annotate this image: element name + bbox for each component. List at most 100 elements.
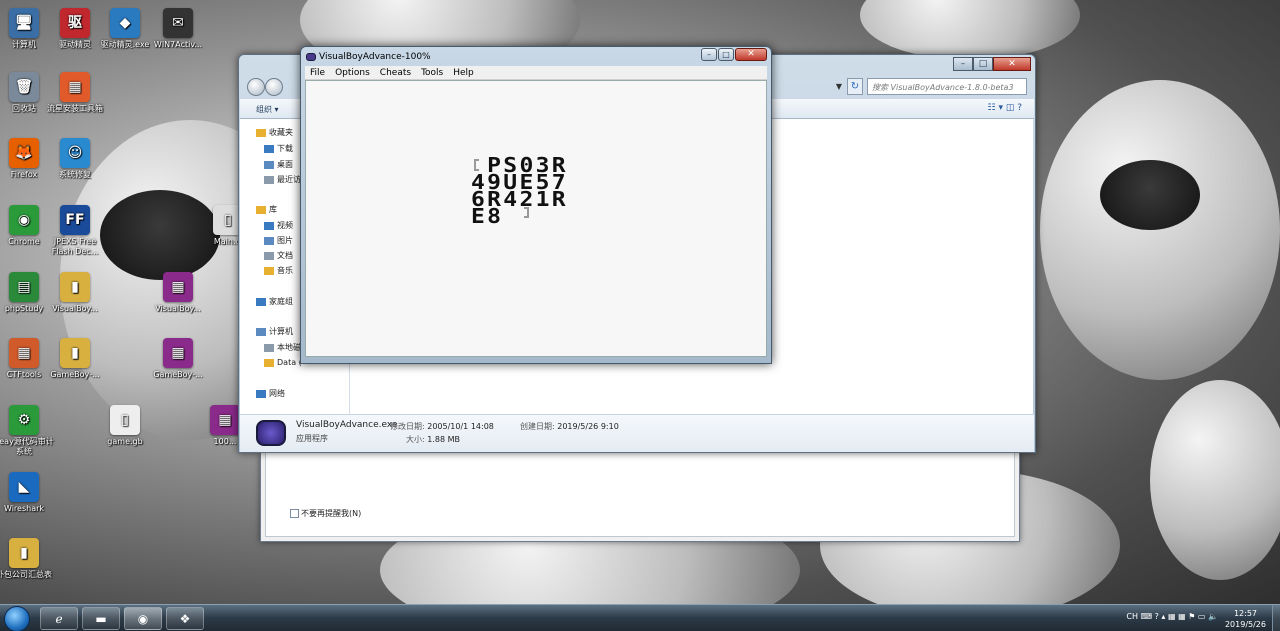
desktop-icon[interactable]: ▯ game.gb <box>95 405 155 447</box>
nav-item-label: 最近访 <box>277 175 301 184</box>
app-icon: ▦ <box>163 272 193 302</box>
video-icon <box>264 221 274 230</box>
disk-icon <box>264 343 274 352</box>
minimize-button[interactable]: – <box>701 48 717 61</box>
nav-item-label: Data ( <box>277 358 302 367</box>
nav-item-label: 桌面 <box>277 160 293 169</box>
nav-item[interactable]: 网络 <box>256 388 285 399</box>
disk-icon <box>264 358 274 367</box>
back-button[interactable] <box>247 78 265 96</box>
desktop-icon[interactable]: ⚙ Seay源代码审计系统 <box>0 405 54 457</box>
menu-item-cheats[interactable]: Cheats <box>375 66 416 80</box>
desktop-icon[interactable]: ▦ VisualBoy... <box>148 272 208 314</box>
visualboyadvance-window: VisualBoyAdvance-100% – □ ✕ File Options C… <box>300 46 772 364</box>
library-icon <box>256 205 266 214</box>
organize-button[interactable]: 组织 ▾ <box>256 104 279 115</box>
desktop-icon[interactable]: ▮ 外包公司汇总表 <box>0 538 54 580</box>
refresh-icon[interactable]: ↻ <box>847 78 863 95</box>
desktop-icon-label: game.gb <box>107 437 143 446</box>
desktop-icon[interactable]: ▦ 流星安装工具箱 <box>45 72 105 114</box>
nav-item[interactable]: 最近访 <box>264 174 301 185</box>
desktop-icon-label: GameBoy-... <box>153 370 203 379</box>
chevron-down-icon[interactable]: ▼ <box>833 78 845 95</box>
clock-time: 12:57 <box>1233 609 1258 618</box>
chevron-up-icon[interactable]: ▴ <box>1161 612 1165 621</box>
nav-item[interactable]: Data ( <box>264 358 302 367</box>
nav-item[interactable]: 文档 <box>264 250 293 261</box>
desktop-icon[interactable]: ▦ GameBoy-... <box>148 338 208 380</box>
clock[interactable]: 12:57 2019/5/26 <box>1225 608 1266 630</box>
folder-icon <box>264 144 274 153</box>
dont-remind-label: 不要再提醒我(N) <box>301 509 362 518</box>
checkbox-box[interactable] <box>290 509 299 518</box>
vba-taskbar-icon[interactable]: ◉ <box>124 607 162 630</box>
app-icon: 🦊 <box>9 138 39 168</box>
computer-icon <box>256 327 266 336</box>
desktop-icon[interactable]: FF JPEXS Free Flash Dec... <box>45 205 105 257</box>
nav-item[interactable]: 库 <box>256 204 277 215</box>
desktop-icon <box>264 160 274 169</box>
search-input[interactable]: 搜索 VisualBoyAdvance-1.8.0-beta3 <box>867 78 1027 95</box>
keyboard-icon[interactable]: ⌨ <box>1141 612 1153 621</box>
music-icon <box>264 266 274 275</box>
game-screen[interactable]: PS03R 49UE57 6R421R E8 <box>305 80 767 357</box>
close-button[interactable]: ✕ <box>735 48 767 61</box>
installer-taskbar-icon[interactable]: ❖ <box>166 607 204 630</box>
desktop-icon-label: 驱动精灵.exe <box>100 40 150 49</box>
app-icon: ▮ <box>9 538 39 568</box>
desktop-icon-label: 系统修复 <box>59 170 91 179</box>
file-name: VisualBoyAdvance.exe <box>296 420 398 430</box>
modified-date: 修改日期: 2005/10/1 14:08 <box>390 422 494 431</box>
minimize-button[interactable]: – <box>953 57 973 71</box>
app-tray-icon[interactable]: ▦ <box>1178 612 1186 621</box>
desktop-icon[interactable]: ◣ Wireshark <box>0 472 54 514</box>
nav-item[interactable]: 计算机 <box>256 326 293 337</box>
maximize-button[interactable]: □ <box>973 57 993 71</box>
app-icon: ▯ <box>110 405 140 435</box>
show-desktop-button[interactable] <box>1272 605 1280 631</box>
view-options-icon[interactable]: ☷ ▾ ◫ ? <box>988 103 1022 113</box>
nav-item-label: 收藏夹 <box>269 128 293 137</box>
network-icon[interactable]: ▭ <box>1198 612 1206 621</box>
close-button[interactable]: ✕ <box>993 57 1031 71</box>
desktop-icon[interactable]: ▮ VisualBoy... <box>45 272 105 314</box>
menu-item-options[interactable]: Options <box>330 66 375 80</box>
nav-item[interactable]: 下载 <box>264 143 293 154</box>
start-button[interactable] <box>4 606 30 631</box>
ie-taskbar-icon[interactable]: ℯ <box>40 607 78 630</box>
window-title: VisualBoyAdvance-100% <box>319 52 431 62</box>
nav-item[interactable]: 本地磁 <box>264 342 301 353</box>
app-tray-icon[interactable]: ▦ <box>1168 612 1176 621</box>
nav-item-label: 视频 <box>277 221 293 230</box>
volume-icon[interactable]: 🔈 <box>1208 612 1218 621</box>
menu-item-help[interactable]: Help <box>448 66 479 80</box>
help-icon[interactable]: ? <box>1155 612 1159 621</box>
file-size: 大小: 1.88 MB <box>406 435 460 444</box>
nav-item[interactable]: 图片 <box>264 235 293 246</box>
nav-item[interactable]: 收藏夹 <box>256 127 293 138</box>
nav-item[interactable]: 桌面 <box>264 159 293 170</box>
maximize-button[interactable]: □ <box>718 48 734 61</box>
flag-icon[interactable]: ⚑ <box>1188 612 1195 621</box>
clock-date: 2019/5/26 <box>1224 620 1266 629</box>
cursor-right-bracket <box>524 207 529 218</box>
recent-icon <box>264 175 274 184</box>
menu-item-tools[interactable]: Tools <box>416 66 448 80</box>
game-text: PS03R 49UE57 6R421R E8 <box>471 155 568 226</box>
language-indicator[interactable]: CH <box>1126 612 1138 621</box>
menu-item-file[interactable]: File <box>305 66 330 80</box>
desktop-icon[interactable]: ▮ GameBoy-... <box>45 338 105 380</box>
nav-item[interactable]: 视频 <box>264 220 293 231</box>
desktop-icon[interactable]: ☺ 系统修复 <box>45 138 105 180</box>
nav-item-label: 计算机 <box>269 327 293 336</box>
desktop-icon[interactable]: ✉ WIN7Activ... <box>148 8 208 50</box>
nav-item-label: 文档 <box>277 251 293 260</box>
nav-item[interactable]: 家庭组 <box>256 296 293 307</box>
desktop-icon[interactable]: ◆ 驱动精灵.exe <box>95 8 155 50</box>
nav-item-label: 本地磁 <box>277 343 301 352</box>
explorer-taskbar-icon[interactable]: ▬ <box>82 607 120 630</box>
nav-item[interactable]: 音乐 <box>264 265 293 276</box>
dont-remind-checkbox[interactable]: 不要再提醒我(N) <box>290 508 361 519</box>
tray-icons: CH ⌨ ? ▴ ▦ ▦ ⚑ ▭ 🔈 <box>1126 612 1218 621</box>
forward-button[interactable] <box>265 78 283 96</box>
